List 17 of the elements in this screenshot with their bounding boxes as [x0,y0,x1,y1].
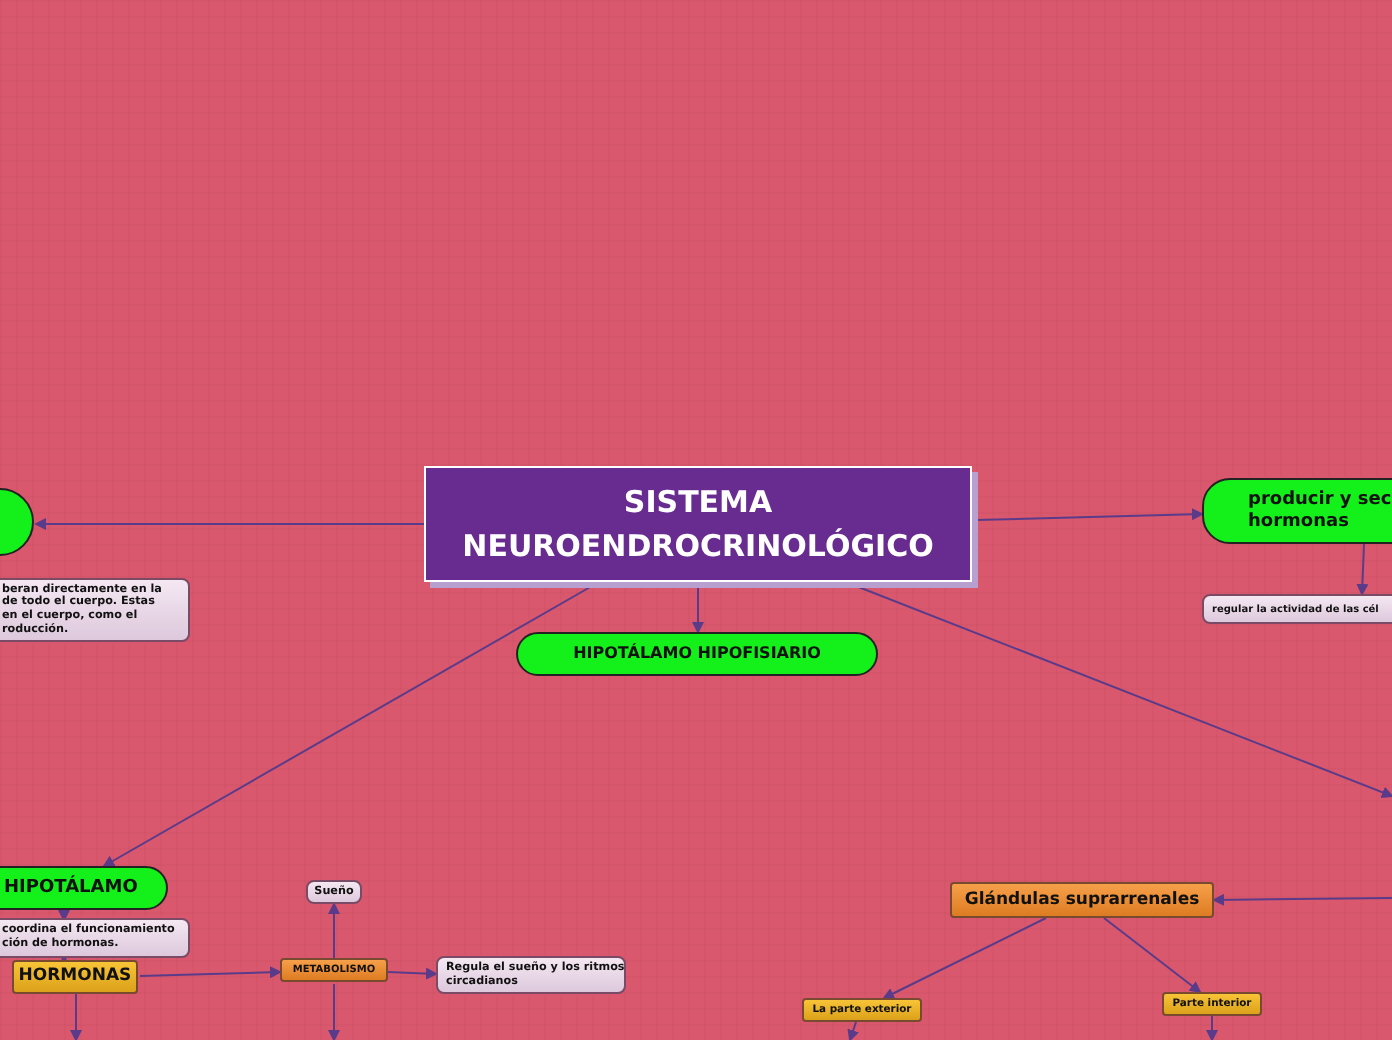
connector-line [328,902,340,959]
connector-line [387,967,438,980]
connector-line [70,993,82,1040]
topic-node[interactable]: Glándulas suprarrenales [950,882,1214,918]
connector-line [1206,1015,1218,1040]
topic-node[interactable]: HORMONAS [12,960,138,994]
connector-line [847,1021,859,1040]
topic-node[interactable]: HIPOTÁLAMO [0,866,168,910]
connector-line [692,585,704,634]
central-topic[interactable]: SISTEMA NEUROENDROCRINOLÓGICO [424,466,972,582]
connector-line [139,966,282,979]
connector-line [328,983,340,1040]
connector-line [1103,917,1202,994]
connector-line [58,910,70,922]
topic-node[interactable]: producir y sec hormonas [1202,478,1392,544]
connector-line [58,952,70,964]
topic-node[interactable]: HIPOTÁLAMO HIPOFISIARIO [516,632,878,676]
